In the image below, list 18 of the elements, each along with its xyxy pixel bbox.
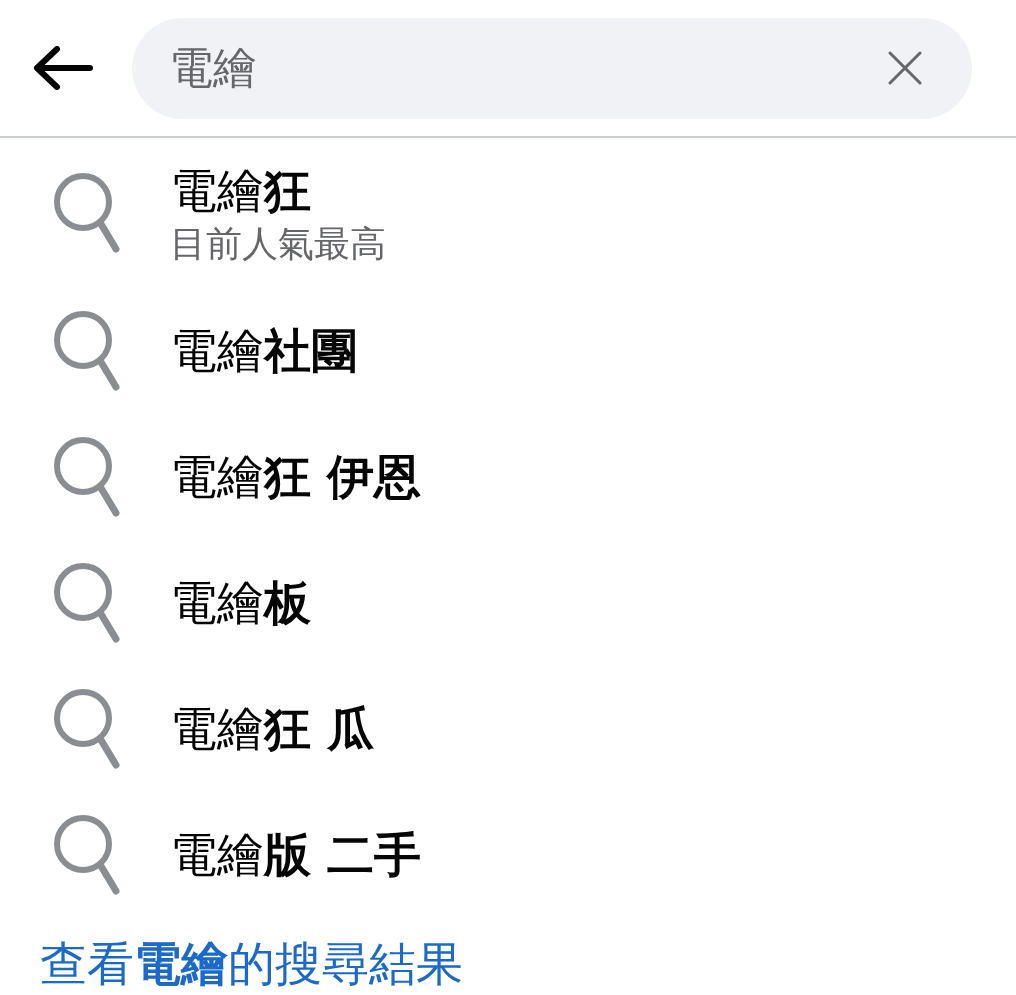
back-arrow-icon: [33, 46, 93, 90]
search-icon: [54, 562, 120, 644]
search-suggestion[interactable]: 電繪狂 目前人氣最高: [0, 138, 1016, 288]
see-all-results-link[interactable]: 查看電繪的搜尋結果: [40, 936, 463, 992]
search-suggestion[interactable]: 電繪板: [0, 540, 1016, 666]
search-icon: [54, 688, 120, 770]
search-icon: [54, 172, 120, 254]
search-icon: [54, 814, 120, 896]
search-suggestion[interactable]: 電繪狂 伊恩: [0, 414, 1016, 540]
close-icon: [888, 51, 922, 85]
search-icon: [54, 310, 120, 392]
search-suggestion[interactable]: 電繪狂 瓜: [0, 666, 1016, 792]
search-icon: [54, 436, 120, 518]
suggestion-subtitle: 目前人氣最高: [170, 222, 386, 266]
clear-button[interactable]: [886, 49, 924, 87]
search-suggestion[interactable]: 電繪版 二手: [0, 792, 1016, 918]
search-suggestion[interactable]: 電繪社團: [0, 288, 1016, 414]
search-field[interactable]: 電繪: [132, 17, 972, 119]
